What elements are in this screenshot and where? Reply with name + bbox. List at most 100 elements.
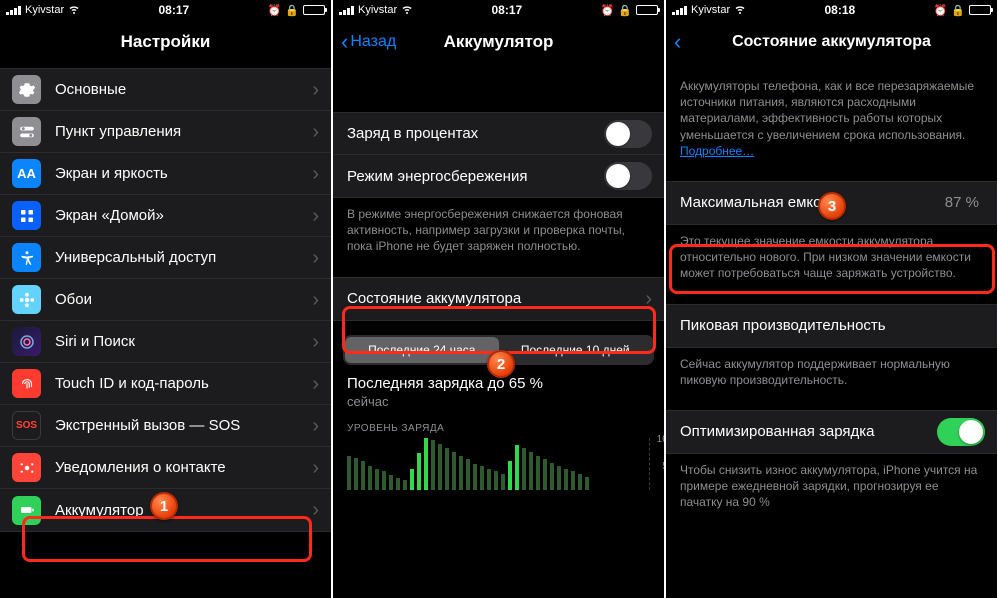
signal-icon: [6, 6, 21, 15]
alarm-icon: ⏰: [601, 4, 615, 17]
row-max-capacity[interactable]: Максимальная емкость 87 %: [666, 182, 997, 224]
siri-icon: [12, 327, 41, 356]
lock-icon: 🔒: [285, 4, 299, 17]
row-low-power[interactable]: Режим энергосбережения: [333, 155, 664, 197]
row-battery-health[interactable]: Состояние аккумулятора ›: [333, 278, 664, 320]
row-exposure[interactable]: Уведомления о контакте ›: [0, 447, 331, 489]
chevron-right-icon: ›: [312, 122, 319, 142]
lock-icon: 🔒: [618, 4, 632, 17]
alarm-icon: ⏰: [268, 4, 282, 17]
chevron-right-icon: ›: [312, 416, 319, 436]
screenshot-settings: Kyivstar 08:17 ⏰ 🔒 Настройки Основные › …: [0, 0, 333, 598]
row-label: Максимальная емкость: [680, 194, 945, 211]
toggle-battery-percent[interactable]: [604, 120, 652, 148]
row-label: Экстренный вызов — SOS: [55, 417, 312, 434]
row-label: Аккумулятор: [55, 502, 312, 519]
peak-note: Сейчас аккумулятор поддерживает нормальн…: [666, 348, 997, 388]
toggles-icon: [12, 117, 41, 146]
row-general[interactable]: Основные ›: [0, 69, 331, 111]
row-accessibility[interactable]: Универсальный доступ ›: [0, 237, 331, 279]
exposure-icon: [12, 453, 41, 482]
segment-10d[interactable]: Последние 10 дней: [499, 337, 653, 363]
sos-icon: SOS: [12, 411, 41, 440]
last-charge-when: сейчас: [347, 394, 650, 409]
signal-icon: [339, 6, 354, 15]
chart-legend: УРОВЕНЬ ЗАРЯДА: [347, 423, 650, 434]
health-group: Состояние аккумулятора ›: [333, 277, 664, 321]
row-label: Пункт управления: [55, 123, 312, 140]
row-label: Пиковая производительность: [680, 317, 985, 334]
battery-icon: [303, 5, 325, 15]
chevron-right-icon: ›: [312, 80, 319, 100]
row-label: Оптимизированная зарядка: [680, 423, 937, 440]
chevron-right-icon: ›: [312, 458, 319, 478]
segment-24h[interactable]: Последние 24 часа: [345, 337, 499, 363]
row-label: Touch ID и код-пароль: [55, 375, 312, 392]
lock-icon: 🔒: [951, 4, 965, 17]
row-battery-percent[interactable]: Заряд в процентах: [333, 113, 664, 155]
row-home-screen[interactable]: Экран «Домой» ›: [0, 195, 331, 237]
page-title: Состояние аккумулятора: [732, 33, 931, 51]
screenshot-battery-health: Kyivstar 08:18 ⏰ 🔒 ‹ Состояние аккумулят…: [666, 0, 999, 598]
low-power-note: В режиме энергосбережения снижается фоно…: [333, 198, 664, 255]
chevron-right-icon: ›: [312, 248, 319, 268]
row-battery[interactable]: Аккумулятор ›: [0, 489, 331, 531]
status-bar: Kyivstar 08:17 ⏰ 🔒: [333, 0, 664, 20]
screenshot-battery: Kyivstar 08:17 ⏰ 🔒 ‹ Назад Аккумулятор З…: [333, 0, 666, 598]
row-label: Заряд в процентах: [347, 125, 604, 142]
chevron-right-icon: ›: [312, 332, 319, 352]
toggle-group: Заряд в процентах Режим энергосбережения: [333, 112, 664, 198]
row-label: Экран и яркость: [55, 165, 312, 182]
wifi-icon: [68, 3, 80, 18]
row-peak-performance[interactable]: Пиковая производительность: [666, 305, 997, 347]
row-wallpaper[interactable]: Обои ›: [0, 279, 331, 321]
toggle-low-power[interactable]: [604, 162, 652, 190]
row-optimized-charging[interactable]: Оптимизированная зарядка: [666, 411, 997, 453]
capacity-value: 87 %: [945, 194, 979, 211]
toggle-optimized-charging[interactable]: [937, 418, 985, 446]
row-siri[interactable]: Siri и Поиск ›: [0, 321, 331, 363]
learn-more-link[interactable]: Подробнее…: [680, 144, 754, 158]
page-title: Аккумулятор: [444, 32, 554, 52]
carrier-label: Kyivstar: [691, 4, 730, 16]
clock: 08:17: [492, 3, 523, 17]
optimized-group: Оптимизированная зарядка: [666, 410, 997, 454]
clock: 08:18: [825, 3, 856, 17]
status-bar: Kyivstar 08:17 ⏰ 🔒: [0, 0, 331, 20]
battery-level-chart: 100 % 50 %: [347, 438, 650, 490]
battery-row-icon: [12, 496, 41, 525]
row-touch-id[interactable]: Touch ID и код-пароль ›: [0, 363, 331, 405]
battery-icon: [969, 5, 991, 15]
wifi-icon: [734, 3, 746, 18]
row-label: Режим энергосбережения: [347, 168, 604, 185]
settings-list: Основные › Пункт управления › AA Экран и…: [0, 68, 331, 532]
chevron-left-icon: ‹: [674, 29, 681, 55]
chevron-right-icon: ›: [312, 374, 319, 394]
time-range-segmented[interactable]: Последние 24 часа Последние 10 дней: [343, 335, 654, 365]
clock: 08:17: [159, 3, 190, 17]
battery-icon: [636, 5, 658, 15]
chevron-right-icon: ›: [312, 500, 319, 520]
nav-bar: ‹ Назад Аккумулятор: [333, 20, 664, 64]
page-title: Настройки: [121, 32, 211, 52]
row-label: Экран «Домой»: [55, 207, 312, 224]
grid-icon: [12, 201, 41, 230]
row-display[interactable]: AA Экран и яркость ›: [0, 153, 331, 195]
last-charge-block: Последняя зарядка до 65 % сейчас УРОВЕНЬ…: [333, 375, 664, 490]
last-charge-title: Последняя зарядка до 65 %: [347, 375, 650, 392]
intro-body: Аккумуляторы телефона, как и все перезар…: [680, 79, 974, 142]
chevron-right-icon: ›: [312, 206, 319, 226]
carrier-label: Kyivstar: [358, 4, 397, 16]
back-button[interactable]: ‹ Назад: [341, 20, 396, 64]
row-label: Уведомления о контакте: [55, 459, 312, 476]
back-button[interactable]: ‹: [674, 20, 681, 64]
aa-icon: AA: [12, 159, 41, 188]
optimized-note: Чтобы снизить износ аккумулятора, iPhone…: [666, 454, 997, 511]
wifi-icon: [401, 3, 413, 18]
status-bar: Kyivstar 08:18 ⏰ 🔒: [666, 0, 997, 20]
row-label: Состояние аккумулятора: [347, 290, 645, 307]
row-control-center[interactable]: Пункт управления ›: [0, 111, 331, 153]
row-sos[interactable]: SOS Экстренный вызов — SOS ›: [0, 405, 331, 447]
intro-text: Аккумуляторы телефона, как и все перезар…: [666, 64, 997, 159]
capacity-note: Это текущее значение емкости аккумулятор…: [666, 225, 997, 282]
